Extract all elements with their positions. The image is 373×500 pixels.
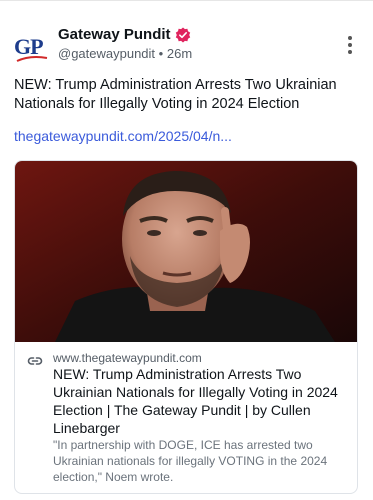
post-link[interactable]: thegatewaypundit.com/2025/04/n... — [14, 128, 232, 144]
handle[interactable]: @gatewaypundit — [58, 46, 155, 61]
separator: • — [158, 46, 164, 61]
link-preview-card[interactable]: www.thegatewaypundit.com NEW: Trump Admi… — [14, 160, 358, 494]
card-image[interactable] — [15, 161, 357, 342]
avatar[interactable]: GP — [14, 30, 48, 64]
more-options-icon[interactable] — [345, 36, 355, 56]
card-description: "In partnership with DOGE, ICE has arres… — [53, 438, 328, 484]
display-name[interactable]: Gateway Pundit — [58, 26, 171, 43]
card-title[interactable]: NEW: Trump Administration Arrests Two Uk… — [53, 365, 349, 437]
timestamp[interactable]: 26m — [167, 46, 192, 61]
handle-row: @gatewaypundit • 26m — [58, 46, 192, 61]
link-icon — [27, 357, 43, 365]
post-text: NEW: Trump Administration Arrests Two Uk… — [14, 77, 337, 112]
card-meta: www.thegatewaypundit.com NEW: Trump Admi… — [15, 343, 357, 493]
name-row: Gateway Pundit — [58, 26, 191, 43]
avatar-swoosh-icon — [16, 56, 48, 62]
post-header: GP Gateway Pundit @gatewaypundit • 26m — [14, 26, 359, 70]
verified-badge-icon — [175, 27, 190, 42]
top-divider — [0, 0, 373, 1]
card-domain: www.thegatewaypundit.com — [53, 351, 202, 365]
